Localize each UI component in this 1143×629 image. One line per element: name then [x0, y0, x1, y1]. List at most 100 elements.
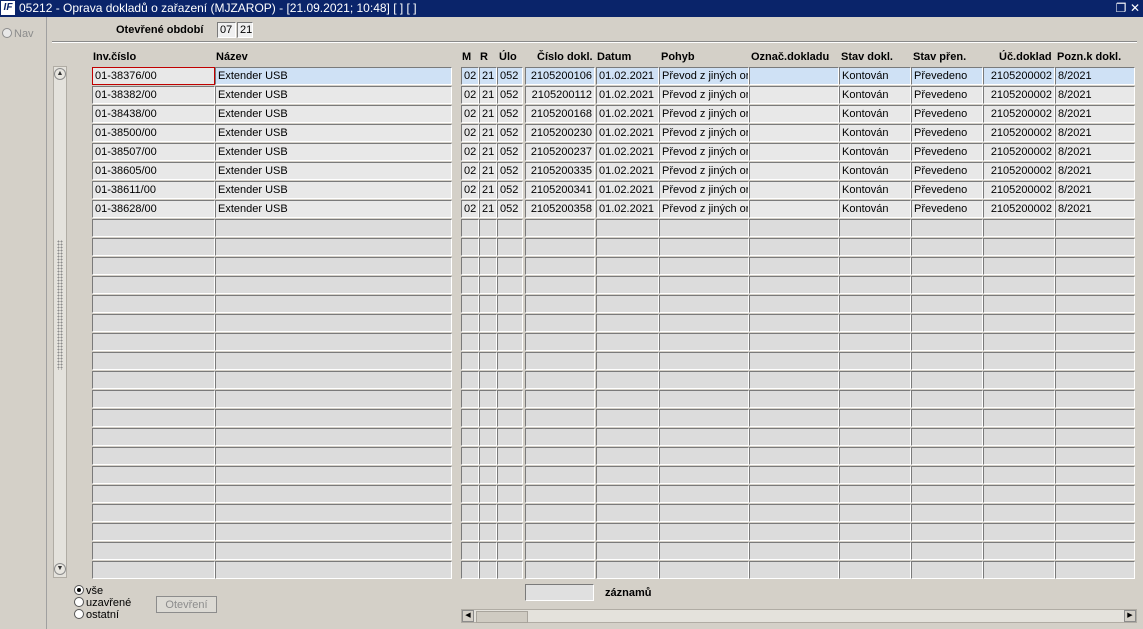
cell-r[interactable]: 21: [479, 67, 497, 85]
cell-stav[interactable]: Kontován: [839, 86, 911, 104]
empty-cell-ucdoklad[interactable]: [983, 466, 1055, 484]
cell-pohyb[interactable]: Převod z jiných org.: [659, 67, 749, 85]
empty-cell-m[interactable]: [461, 390, 479, 408]
empty-cell-oznac[interactable]: [749, 295, 839, 313]
empty-cell-m[interactable]: [461, 504, 479, 522]
empty-cell-prenos[interactable]: [911, 295, 983, 313]
cell-pozn[interactable]: 8/2021: [1055, 86, 1135, 104]
empty-cell-ulo[interactable]: [497, 447, 523, 465]
empty-cell-inv[interactable]: [92, 257, 215, 275]
empty-cell-r[interactable]: [479, 352, 497, 370]
empty-cell-prenos[interactable]: [911, 390, 983, 408]
cell-m[interactable]: 02: [461, 124, 479, 142]
cell-pohyb[interactable]: Převod z jiných org.: [659, 181, 749, 199]
empty-cell-prenos[interactable]: [911, 561, 983, 579]
scroll-up-icon[interactable]: ▲: [54, 68, 66, 80]
empty-cell-nazev[interactable]: [215, 428, 452, 446]
empty-cell-datum[interactable]: [596, 219, 659, 237]
cell-datum[interactable]: 01.02.2021: [596, 86, 659, 104]
empty-cell-inv[interactable]: [92, 352, 215, 370]
empty-cell-nazev[interactable]: [215, 257, 452, 275]
cell-pohyb[interactable]: Převod z jiných org.: [659, 200, 749, 218]
empty-cell-m[interactable]: [461, 276, 479, 294]
empty-cell-pozn[interactable]: [1055, 314, 1135, 332]
empty-cell-pohyb[interactable]: [659, 466, 749, 484]
filter-closed[interactable]: uzavřené: [74, 597, 131, 609]
cell-nazev[interactable]: Extender USB: [215, 67, 452, 85]
cell-pozn[interactable]: 8/2021: [1055, 143, 1135, 161]
empty-cell-pohyb[interactable]: [659, 257, 749, 275]
empty-cell-oznac[interactable]: [749, 219, 839, 237]
cell-cislo[interactable]: 2105200341: [525, 181, 595, 199]
empty-cell-ulo[interactable]: [497, 314, 523, 332]
empty-cell-ucdoklad[interactable]: [983, 295, 1055, 313]
empty-cell-nazev[interactable]: [215, 276, 452, 294]
filter-other[interactable]: ostatní: [74, 609, 119, 621]
empty-cell-pohyb[interactable]: [659, 523, 749, 541]
empty-cell-datum[interactable]: [596, 523, 659, 541]
cell-ucdoklad[interactable]: 2105200002: [983, 67, 1055, 85]
cell-cislo[interactable]: 2105200168: [525, 105, 595, 123]
empty-cell-oznac[interactable]: [749, 276, 839, 294]
empty-cell-r[interactable]: [479, 561, 497, 579]
empty-cell-stav[interactable]: [839, 428, 911, 446]
cell-oznac[interactable]: [749, 86, 839, 104]
empty-cell-prenos[interactable]: [911, 219, 983, 237]
empty-cell-pozn[interactable]: [1055, 447, 1135, 465]
empty-cell-m[interactable]: [461, 295, 479, 313]
empty-cell-inv[interactable]: [92, 276, 215, 294]
empty-cell-nazev[interactable]: [215, 390, 452, 408]
cell-pozn[interactable]: 8/2021: [1055, 105, 1135, 123]
empty-cell-stav[interactable]: [839, 238, 911, 256]
period-year-field[interactable]: 21: [237, 22, 253, 38]
cell-datum[interactable]: 01.02.2021: [596, 143, 659, 161]
empty-cell-datum[interactable]: [596, 504, 659, 522]
empty-cell-datum[interactable]: [596, 466, 659, 484]
cell-m[interactable]: 02: [461, 162, 479, 180]
cell-ucdoklad[interactable]: 2105200002: [983, 124, 1055, 142]
horizontal-scrollbar[interactable]: ◀ ▶: [461, 609, 1137, 623]
cell-m[interactable]: 02: [461, 181, 479, 199]
empty-cell-ucdoklad[interactable]: [983, 447, 1055, 465]
empty-cell-stav[interactable]: [839, 542, 911, 560]
cell-m[interactable]: 02: [461, 86, 479, 104]
scroll-left-icon[interactable]: ◀: [462, 610, 474, 622]
empty-cell-m[interactable]: [461, 542, 479, 560]
empty-cell-ulo[interactable]: [497, 295, 523, 313]
empty-cell-pohyb[interactable]: [659, 295, 749, 313]
empty-cell-cislo[interactable]: [525, 561, 595, 579]
cell-nazev[interactable]: Extender USB: [215, 105, 452, 123]
empty-cell-datum[interactable]: [596, 409, 659, 427]
cell-ulo[interactable]: 052: [497, 124, 523, 142]
cell-ulo[interactable]: 052: [497, 67, 523, 85]
empty-cell-stav[interactable]: [839, 504, 911, 522]
empty-cell-prenos[interactable]: [911, 257, 983, 275]
empty-cell-oznac[interactable]: [749, 409, 839, 427]
cell-inv[interactable]: 01-38500/00: [92, 124, 215, 142]
empty-cell-nazev[interactable]: [215, 238, 452, 256]
cell-m[interactable]: 02: [461, 105, 479, 123]
close-icon[interactable]: ✕: [1128, 0, 1142, 16]
empty-cell-pozn[interactable]: [1055, 295, 1135, 313]
cell-datum[interactable]: 01.02.2021: [596, 105, 659, 123]
empty-cell-datum[interactable]: [596, 428, 659, 446]
empty-cell-r[interactable]: [479, 390, 497, 408]
cell-stav[interactable]: Kontován: [839, 200, 911, 218]
empty-cell-inv[interactable]: [92, 542, 215, 560]
empty-cell-prenos[interactable]: [911, 485, 983, 503]
empty-cell-datum[interactable]: [596, 238, 659, 256]
empty-cell-r[interactable]: [479, 276, 497, 294]
empty-cell-m[interactable]: [461, 523, 479, 541]
cell-pozn[interactable]: 8/2021: [1055, 124, 1135, 142]
empty-cell-nazev[interactable]: [215, 295, 452, 313]
empty-cell-stav[interactable]: [839, 523, 911, 541]
empty-cell-stav[interactable]: [839, 466, 911, 484]
empty-cell-ulo[interactable]: [497, 523, 523, 541]
empty-cell-ucdoklad[interactable]: [983, 257, 1055, 275]
empty-cell-ulo[interactable]: [497, 428, 523, 446]
empty-cell-stav[interactable]: [839, 485, 911, 503]
empty-cell-cislo[interactable]: [525, 238, 595, 256]
scroll-down-icon[interactable]: ▼: [54, 563, 66, 575]
empty-cell-m[interactable]: [461, 219, 479, 237]
empty-cell-nazev[interactable]: [215, 485, 452, 503]
